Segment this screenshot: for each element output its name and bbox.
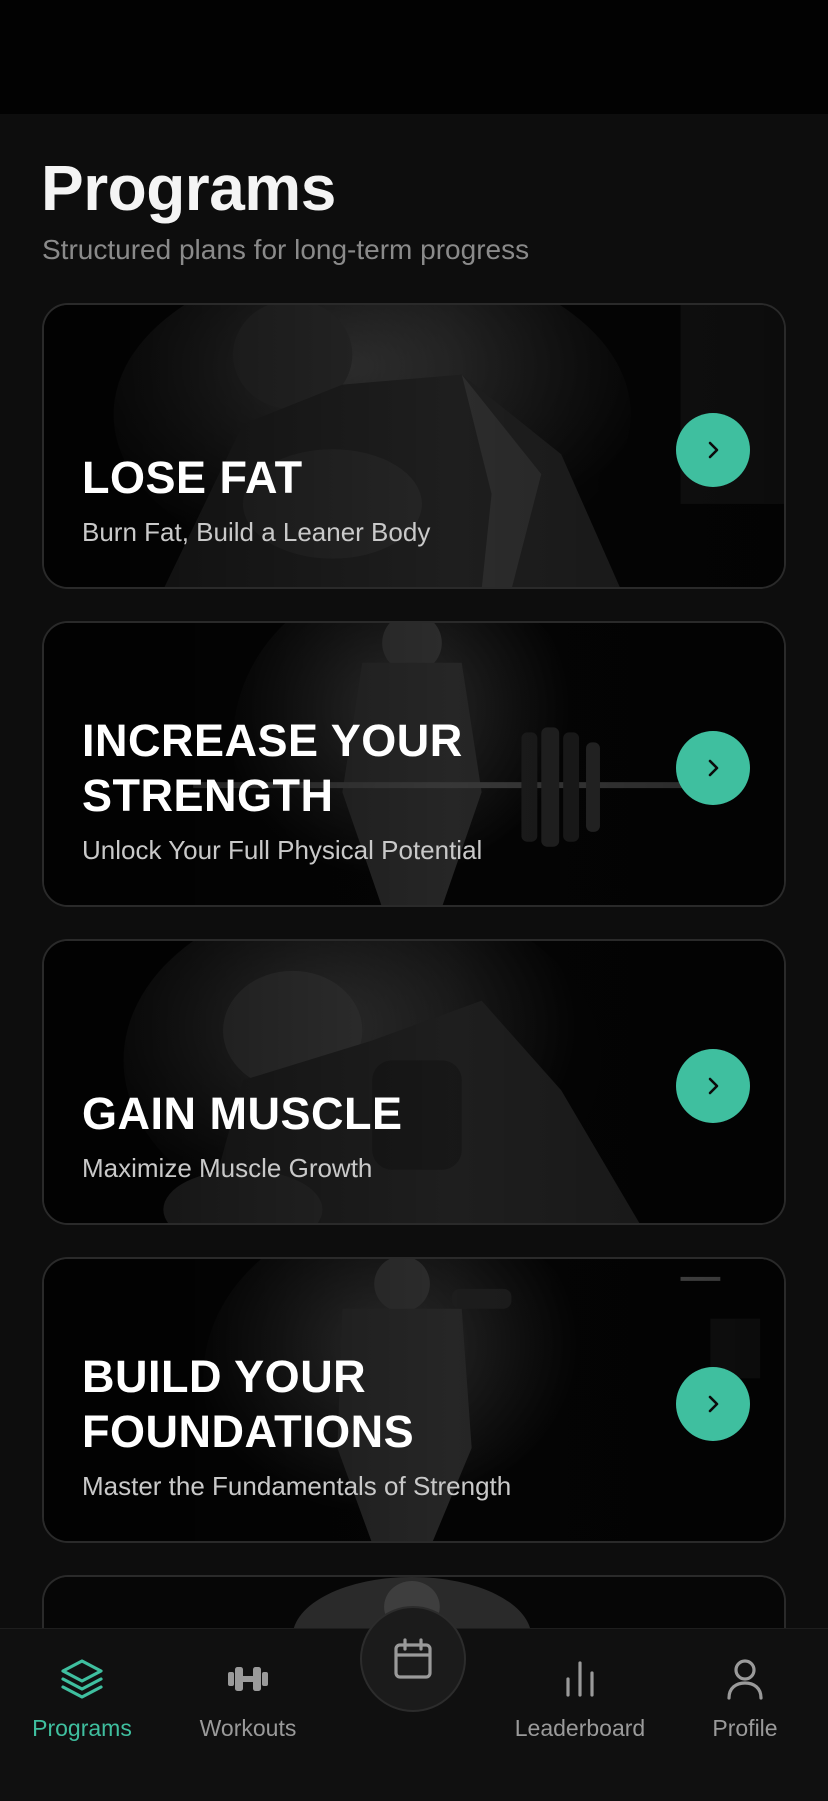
tab-programs[interactable]: Programs	[2, 1649, 162, 1742]
tab-label: Workouts	[199, 1715, 297, 1741]
program-list: LOSE FAT Burn Fat, Build a Leaner Body I…	[42, 303, 786, 1677]
program-card-lose-fat[interactable]: LOSE FAT Burn Fat, Build a Leaner Body	[42, 303, 786, 589]
chevron-right-button[interactable]	[676, 1049, 750, 1123]
page-title: Programs	[41, 152, 336, 224]
chevron-right-icon	[708, 1077, 719, 1095]
calendar-button[interactable]	[360, 1606, 466, 1712]
program-subtitle: Maximize Muscle Growth	[82, 1153, 373, 1183]
user-icon	[725, 1649, 765, 1709]
tab-label: Profile	[712, 1715, 778, 1741]
tab-leaderboard[interactable]: Leaderboard	[500, 1649, 660, 1742]
tab-label: Programs	[32, 1715, 132, 1741]
chevron-right-icon	[708, 441, 719, 459]
chevron-right-button[interactable]	[676, 731, 750, 805]
status-bar	[0, 0, 828, 114]
chevron-right-icon	[708, 1395, 719, 1413]
program-card-increase-strength[interactable]: INCREASE YOUR STRENGTH Unlock Your Full …	[42, 621, 786, 907]
chevron-right-icon	[708, 759, 719, 777]
bar-chart-icon	[562, 1649, 598, 1709]
page-subtitle: Structured plans for long-term progress	[42, 234, 530, 265]
tab-profile[interactable]: Profile	[665, 1649, 825, 1742]
program-title: GAIN MUSCLE	[82, 1088, 403, 1139]
program-title: BUILD YOUR FOUNDATIONS	[82, 1351, 415, 1457]
program-subtitle: Master the Fundamentals of Strength	[82, 1471, 512, 1501]
program-subtitle: Burn Fat, Build a Leaner Body	[82, 517, 431, 547]
layers-icon	[59, 1649, 105, 1709]
tab-workouts[interactable]: Workouts	[168, 1649, 328, 1742]
chevron-right-button[interactable]	[676, 1367, 750, 1441]
program-card-build-foundations[interactable]: BUILD YOUR FOUNDATIONS Master the Fundam…	[42, 1257, 786, 1543]
program-title: LOSE FAT	[82, 452, 303, 503]
calendar-icon	[394, 1638, 432, 1679]
program-title: INCREASE YOUR STRENGTH	[82, 715, 463, 821]
tab-label: Leaderboard	[514, 1715, 646, 1741]
chevron-right-button[interactable]	[676, 413, 750, 487]
program-card-gain-muscle[interactable]: GAIN MUSCLE Maximize Muscle Growth	[42, 939, 786, 1225]
dumbbell-icon	[224, 1649, 272, 1709]
program-subtitle: Unlock Your Full Physical Potential	[82, 835, 483, 865]
